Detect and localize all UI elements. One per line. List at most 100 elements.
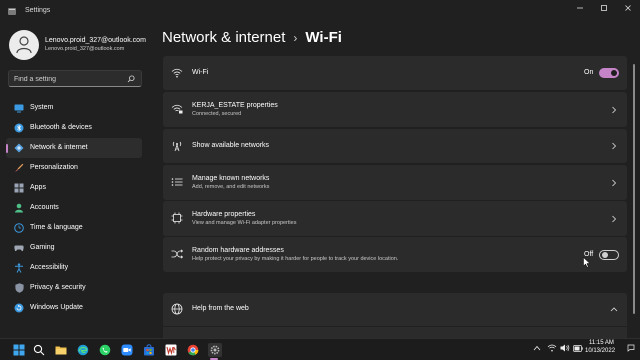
breadcrumb-parent[interactable]: Network & internet (162, 29, 285, 46)
sidebar-item-label: Personalization (30, 164, 78, 171)
file-explorer-icon[interactable] (54, 343, 68, 357)
sidebar-item-time-language[interactable]: Time & language (6, 218, 142, 238)
toggle-knob (602, 252, 608, 258)
word-icon[interactable] (164, 343, 178, 357)
scrollbar[interactable] (633, 64, 635, 314)
accessibility-icon (14, 263, 24, 273)
help-label: Help from the web (192, 305, 249, 312)
brush-icon (14, 163, 24, 173)
person-icon (14, 203, 24, 213)
chevron-up-icon[interactable] (532, 343, 542, 353)
hardware-properties-label: Hardware properties (192, 211, 256, 218)
known-networks-card[interactable]: Manage known networks Add, remove, and e… (163, 165, 627, 200)
sidebar-item-label: Privacy & security (30, 284, 86, 291)
wifi-secured-icon (171, 103, 183, 115)
sidebar-item-label: Windows Update (30, 304, 83, 311)
hardware-properties-desc: View and manage Wi-Fi adapter properties (192, 220, 297, 226)
hardware-properties-card[interactable]: Hardware properties View and manage Wi-F… (163, 201, 627, 236)
wifi-diamond-icon (14, 143, 24, 153)
sidebar-item-bluetooth[interactable]: Bluetooth & devices (6, 118, 142, 138)
volume-icon[interactable] (560, 343, 570, 353)
sidebar-item-label: Accounts (30, 204, 59, 211)
sidebar-item-label: Gaming (30, 244, 55, 251)
sidebar-item-personalization[interactable]: Personalization (6, 158, 142, 178)
random-addresses-label: Random hardware addresses (192, 247, 284, 254)
maximize-button[interactable] (592, 0, 616, 16)
chevron-right-icon (612, 179, 617, 187)
sidebar-item-label: Network & internet (30, 144, 88, 151)
network-properties-card[interactable]: KERJA_ESTATE properties Connected, secur… (163, 92, 627, 127)
chevron-right-icon (612, 215, 617, 223)
update-icon (14, 303, 24, 313)
profile-name: Lenovo.proid_327@outlook.com (45, 37, 146, 44)
search-icon[interactable] (127, 75, 135, 83)
zoom-icon[interactable] (120, 343, 134, 357)
active-indicator (6, 144, 8, 153)
random-addresses-toggle[interactable] (599, 250, 619, 260)
start-icon[interactable] (12, 343, 26, 357)
sidebar-nav: System Bluetooth & devices Network & int… (6, 98, 142, 318)
sidebar-item-system[interactable]: System (6, 98, 142, 118)
show-networks-card[interactable]: Show available networks (163, 129, 627, 163)
breadcrumb-separator: › (293, 30, 298, 45)
sidebar-item-label: System (30, 104, 54, 111)
avatar[interactable] (9, 30, 39, 60)
sidebar-item-windows-update[interactable]: Windows Update (6, 298, 142, 318)
page-title: Wi-Fi (305, 29, 342, 46)
search-box[interactable] (8, 70, 142, 87)
settings-app-icon (8, 8, 16, 15)
known-networks-label: Manage known networks (192, 175, 270, 182)
sidebar-item-accounts[interactable]: Accounts (6, 198, 142, 218)
chevron-right-icon (612, 106, 617, 114)
sidebar-item-label: Bluetooth & devices (30, 124, 92, 131)
edge-icon[interactable] (76, 343, 90, 357)
person-icon (16, 36, 32, 54)
sidebar-item-label: Accessibility (30, 264, 69, 271)
minimize-icon (577, 7, 583, 9)
store-icon[interactable] (142, 343, 156, 357)
sidebar-item-gaming[interactable]: Gaming (6, 238, 142, 258)
chevron-right-icon (612, 142, 617, 150)
toggle-knob (611, 70, 617, 76)
wifi-toggle[interactable] (599, 68, 619, 78)
network-status: Connected, secured (192, 111, 242, 117)
sidebar-item-network[interactable]: Network & internet (6, 138, 142, 158)
sidebar-item-label: Apps (30, 184, 46, 191)
chevron-up-icon[interactable] (610, 306, 618, 312)
clock-time[interactable]: 11:15 AM (589, 340, 614, 346)
close-button[interactable] (616, 0, 640, 16)
maximize-icon (601, 5, 607, 11)
search-input[interactable] (14, 73, 124, 85)
shield-icon (14, 283, 24, 293)
random-addresses-card: Random hardware addresses Help protect y… (163, 237, 627, 272)
sidebar-item-privacy[interactable]: Privacy & security (6, 278, 142, 298)
title-bar: Settings (0, 0, 640, 24)
notification-icon[interactable] (626, 343, 636, 353)
globe-clock-icon (14, 223, 24, 233)
wifi-tray-icon[interactable] (547, 343, 557, 353)
settings-gear-icon[interactable] (208, 343, 222, 357)
chrome-icon[interactable] (186, 343, 200, 357)
random-addresses-desc: Help protect your privacy by making it h… (192, 256, 399, 262)
taskbar (0, 338, 640, 360)
wifi-toggle-card: Wi-Fi On (163, 56, 627, 90)
breadcrumb: Network & internet › Wi-Fi (162, 29, 342, 46)
help-content (163, 327, 627, 338)
monitor-icon (14, 103, 24, 113)
minimize-button[interactable] (568, 0, 592, 16)
clock-date[interactable]: 10/13/2022 (585, 348, 615, 354)
wifi-label: Wi-Fi (192, 69, 209, 76)
search-icon[interactable] (32, 343, 46, 357)
gamepad-icon (14, 243, 24, 253)
battery-icon[interactable] (573, 343, 583, 353)
sidebar-item-apps[interactable]: Apps (6, 178, 142, 198)
list-icon (171, 176, 183, 188)
shuffle-icon (171, 248, 183, 260)
help-card[interactable]: Help from the web (163, 293, 627, 326)
window-title: Settings (25, 7, 51, 14)
wifi-state-text: On (584, 69, 594, 76)
known-networks-desc: Add, remove, and edit networks (192, 184, 270, 190)
sidebar-item-accessibility[interactable]: Accessibility (6, 258, 142, 278)
wifi-icon (171, 67, 183, 79)
whatsapp-icon[interactable] (98, 343, 112, 357)
